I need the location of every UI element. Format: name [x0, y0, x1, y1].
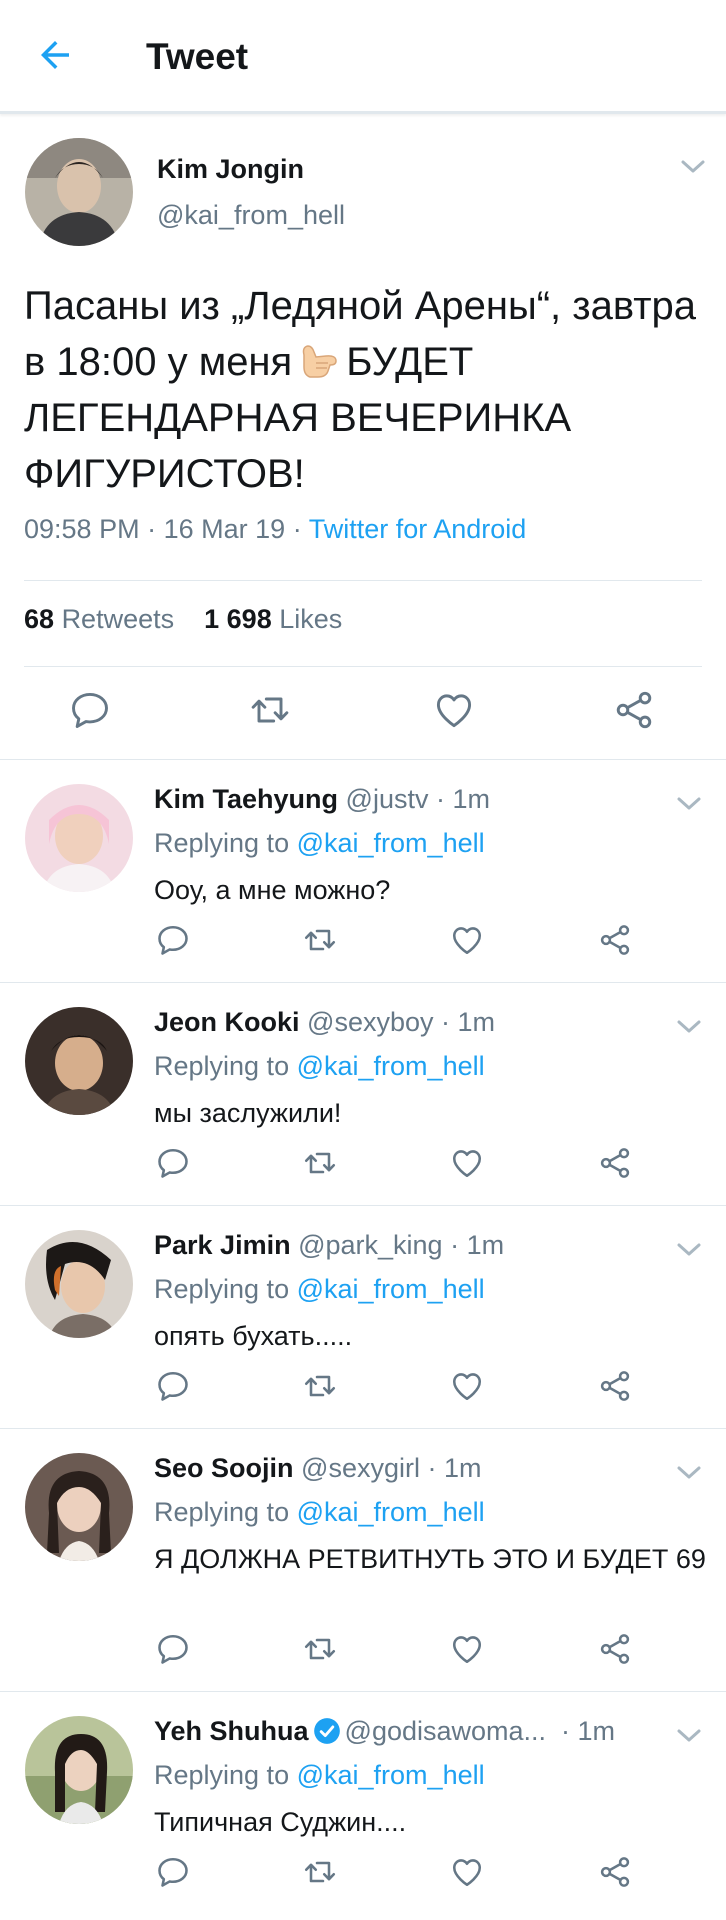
avatar[interactable]: [25, 1453, 133, 1561]
chevron-down-icon[interactable]: [676, 1465, 702, 1481]
replying-to: Replying to @kai_from_hell: [154, 1760, 485, 1790]
reply-time: 1m: [466, 1230, 505, 1260]
verified-badge-icon: [313, 1718, 340, 1744]
reply-author-handle[interactable]: @park_king: [298, 1230, 442, 1260]
reply-icon[interactable]: [155, 1145, 191, 1181]
reply-author-handle[interactable]: @godisawoma...: [345, 1716, 547, 1746]
retweet-icon[interactable]: [302, 1368, 338, 1404]
reply-icon[interactable]: [155, 922, 191, 958]
author-name[interactable]: Kim Jongin: [157, 154, 304, 185]
like-heart-icon[interactable]: [449, 922, 485, 958]
like-heart-icon[interactable]: [449, 1631, 485, 1667]
replying-to-link[interactable]: @kai_from_hell: [297, 1760, 485, 1790]
reply-text: мы заслужили!: [154, 1098, 342, 1128]
share-icon[interactable]: [597, 922, 633, 958]
retweet-icon[interactable]: [302, 1631, 338, 1667]
retweet-icon[interactable]: [302, 1854, 338, 1890]
retweet-icon[interactable]: [302, 922, 338, 958]
like-heart-icon[interactable]: [449, 1368, 485, 1404]
reply-text: опять бухать.....: [154, 1321, 353, 1351]
tweet-date: 16 Mar 19: [163, 514, 286, 544]
reply-header: Jeon Kooki @sexyboy · 1m: [154, 1007, 496, 1037]
replying-to: Replying to @kai_from_hell: [154, 828, 485, 858]
avatar[interactable]: [25, 1716, 133, 1824]
share-icon[interactable]: [597, 1145, 633, 1181]
replying-to-link[interactable]: @kai_from_hell: [297, 1051, 485, 1081]
reply-time: 1m: [443, 1453, 482, 1483]
avatar[interactable]: [25, 784, 133, 892]
reply-icon[interactable]: [155, 1854, 191, 1890]
share-icon[interactable]: [597, 1631, 633, 1667]
replying-to-link[interactable]: @kai_from_hell: [297, 828, 485, 858]
chevron-down-icon[interactable]: [676, 796, 702, 812]
replying-to: Replying to @kai_from_hell: [154, 1274, 485, 1304]
tweet-source[interactable]: Twitter for Android: [309, 514, 527, 544]
avatar[interactable]: [25, 138, 133, 246]
retweets-stat[interactable]: 68 Retweets: [24, 604, 174, 634]
reply-author-name[interactable]: Park Jimin: [154, 1230, 291, 1260]
likes-stat[interactable]: 1 698 Likes: [204, 604, 342, 634]
replying-to-link[interactable]: @kai_from_hell: [297, 1497, 485, 1527]
avatar[interactable]: [25, 1230, 133, 1338]
author-handle[interactable]: @kai_from_hell: [157, 200, 345, 231]
reply-author-handle[interactable]: @justv: [346, 784, 429, 814]
retweet-icon[interactable]: [248, 688, 292, 732]
replying-to-link[interactable]: @kai_from_hell: [297, 1274, 485, 1304]
reply-author-handle[interactable]: @sexyboy: [307, 1007, 433, 1037]
reply-text: Ооу, а мне можно?: [154, 875, 391, 905]
reply-author-name[interactable]: Yeh Shuhua: [154, 1716, 309, 1746]
reply-header: Yeh Shuhua @godisawoma... · 1m: [154, 1716, 616, 1746]
chevron-down-icon[interactable]: [676, 1728, 702, 1744]
reply-header: Seo Soojin @sexygirl · 1m: [154, 1453, 482, 1483]
reply-tweet[interactable]: Yeh Shuhua @godisawoma... · 1m Replying t…: [0, 1692, 726, 1920]
reply-author-name[interactable]: Jeon Kooki: [154, 1007, 300, 1037]
reply-text: Типичная Суджин....: [154, 1807, 407, 1837]
page-title: Tweet: [146, 36, 249, 77]
reply-header: Kim Taehyung @justv · 1m: [154, 784, 490, 814]
tweet-time: 09:58 PM: [24, 514, 140, 544]
reply-header: Park Jimin @park_king · 1m: [154, 1230, 505, 1260]
share-icon[interactable]: [597, 1368, 633, 1404]
reply-icon[interactable]: [155, 1368, 191, 1404]
reply-time: 1m: [452, 784, 490, 814]
chevron-down-icon[interactable]: [680, 159, 706, 175]
like-heart-icon[interactable]: [432, 688, 476, 732]
share-icon[interactable]: [597, 1854, 633, 1890]
reply-author-name[interactable]: Kim Taehyung: [154, 784, 338, 814]
reply-icon[interactable]: [68, 688, 112, 732]
divider: [24, 666, 702, 667]
main-tweet: Kim Jongin @kai_from_hell Пасаны из „Лед…: [0, 114, 726, 760]
like-heart-icon[interactable]: [449, 1145, 485, 1181]
divider: [24, 580, 702, 581]
replying-to: Replying to @kai_from_hell: [154, 1051, 485, 1081]
replying-to: Replying to @kai_from_hell: [154, 1497, 485, 1527]
tweet-stats: 68 Retweets 1 698 Likes: [24, 604, 342, 635]
back-arrow-icon[interactable]: [34, 34, 76, 76]
share-icon[interactable]: [612, 688, 656, 732]
reply-tweet[interactable]: Park Jimin @park_king · 1m Replying to @…: [0, 1206, 726, 1429]
reply-time: 1m: [457, 1007, 496, 1037]
reply-tweet[interactable]: Jeon Kooki @sexyboy · 1m Replying to @ka…: [0, 983, 726, 1206]
top-bar: Tweet: [0, 0, 726, 114]
meta-separator: ·: [147, 514, 164, 544]
tweet-text: Пасаны из „Ледяной Арены“, завтра в 18:0…: [24, 278, 704, 502]
reply-text: Я ДОЛЖНА РЕТВИТНУТЬ ЭТО И БУДЕТ 69: [154, 1544, 706, 1574]
like-heart-icon[interactable]: [449, 1854, 485, 1890]
reply-tweet[interactable]: Seo Soojin @sexygirl · 1m Replying to @k…: [0, 1429, 726, 1692]
chevron-down-icon[interactable]: [676, 1019, 702, 1035]
reply-author-name[interactable]: Seo Soojin: [154, 1453, 294, 1483]
reply-time: 1m: [577, 1716, 616, 1746]
chevron-down-icon[interactable]: [676, 1242, 702, 1258]
reply-author-handle[interactable]: @sexygirl: [301, 1453, 420, 1483]
meta-separator: ·: [292, 514, 309, 544]
avatar[interactable]: [25, 1007, 133, 1115]
call-me-hand-icon: [302, 345, 337, 378]
tweet-meta: 09:58 PM · 16 Mar 19 · Twitter for Andro…: [24, 514, 526, 545]
reply-tweet[interactable]: Kim Taehyung @justv · 1m Replying to @ka…: [0, 760, 726, 983]
retweet-icon[interactable]: [302, 1145, 338, 1181]
reply-icon[interactable]: [155, 1631, 191, 1667]
